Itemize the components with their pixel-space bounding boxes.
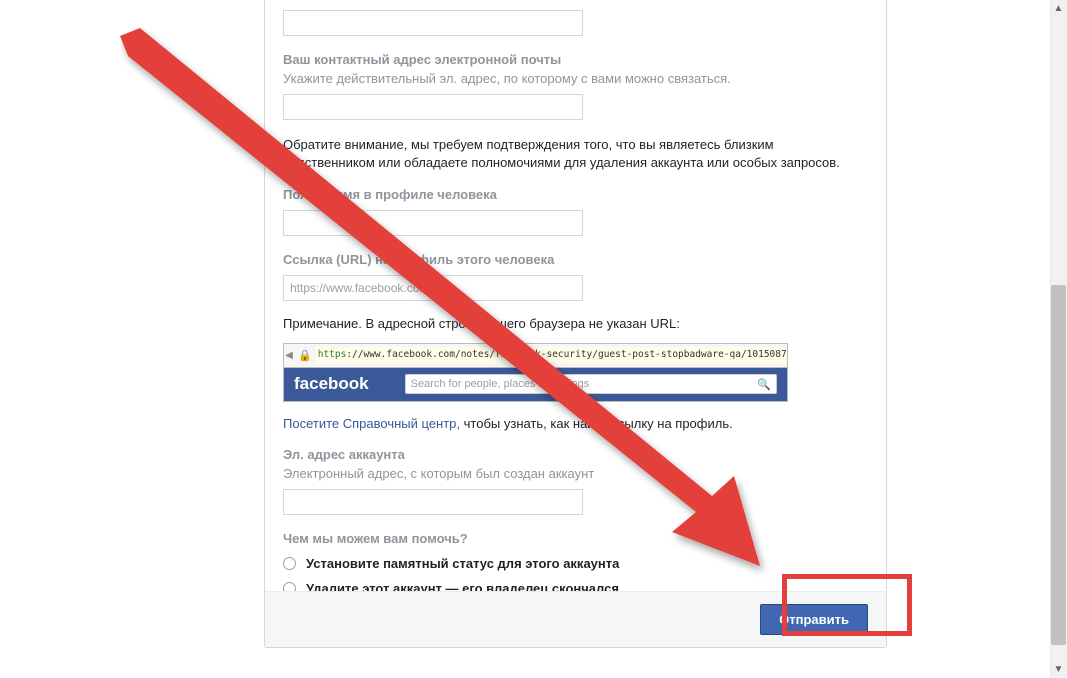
- profile-url-label: Ссылка (URL) на профиль этого человека: [283, 252, 868, 267]
- scrollbar-thumb[interactable]: [1051, 285, 1066, 645]
- how-help-label: Чем мы можем вам помочь?: [283, 531, 868, 546]
- account-email-input[interactable]: [283, 489, 583, 515]
- scroll-up-icon[interactable]: ▲: [1050, 0, 1067, 17]
- example-url-text: https://www.facebook.com/notes/facebook-…: [316, 347, 787, 363]
- contact-email-label: Ваш контактный адрес электронной почты: [283, 52, 868, 67]
- contact-email-hint: Укажите действительный эл. адрес, по кот…: [283, 71, 868, 86]
- help-center-link[interactable]: Посетите Справочный центр,: [283, 416, 460, 431]
- help-center-suffix: чтобы узнать, как найти ссылку на профил…: [464, 416, 733, 431]
- help-center-line: Посетите Справочный центр, чтобы узнать,…: [283, 416, 868, 431]
- lock-icon: 🔒: [294, 349, 316, 362]
- option-memorialize[interactable]: Установите памятный статус для этого акк…: [283, 556, 868, 571]
- account-email-label: Эл. адрес аккаунта: [283, 447, 868, 462]
- scroll-down-icon[interactable]: ▼: [1050, 661, 1067, 678]
- facebook-search-box: Search for people, places and things 🔍: [405, 374, 777, 394]
- nav-back-icon: ◀: [284, 350, 294, 361]
- profile-url-input[interactable]: [283, 275, 583, 301]
- account-email-hint: Электронный адрес, с которым был создан …: [283, 466, 868, 481]
- search-icon: 🔍: [757, 378, 771, 391]
- radio-icon: [283, 557, 296, 570]
- scrollbar-track[interactable]: ▲ ▼: [1050, 0, 1067, 678]
- search-placeholder: Search for people, places and things: [411, 378, 758, 390]
- attention-note: Обратите внимание, мы требуем подтвержде…: [283, 136, 869, 171]
- contact-email-input[interactable]: [283, 94, 583, 120]
- form-card: Ваш контактный адрес электронной почты У…: [264, 0, 887, 648]
- full-name-input[interactable]: [283, 210, 583, 236]
- name-input[interactable]: [283, 10, 583, 36]
- full-name-label: Полное имя в профиле человека: [283, 187, 868, 202]
- browser-url-bar: ◀ 🔒 https://www.facebook.com/notes/faceb…: [284, 344, 787, 368]
- facebook-logo: facebook: [294, 374, 369, 394]
- submit-button[interactable]: Отправить: [760, 604, 868, 635]
- url-note: Примечание. В адресной строке вашего бра…: [283, 315, 868, 333]
- form-footer: Отправить: [265, 591, 886, 647]
- facebook-header-bar: facebook Search for people, places and t…: [284, 368, 787, 401]
- page-viewport: Ваш контактный адрес электронной почты У…: [0, 0, 1067, 678]
- url-example-image: ◀ 🔒 https://www.facebook.com/notes/faceb…: [283, 343, 788, 402]
- form-content: Ваш контактный адрес электронной почты У…: [265, 0, 886, 646]
